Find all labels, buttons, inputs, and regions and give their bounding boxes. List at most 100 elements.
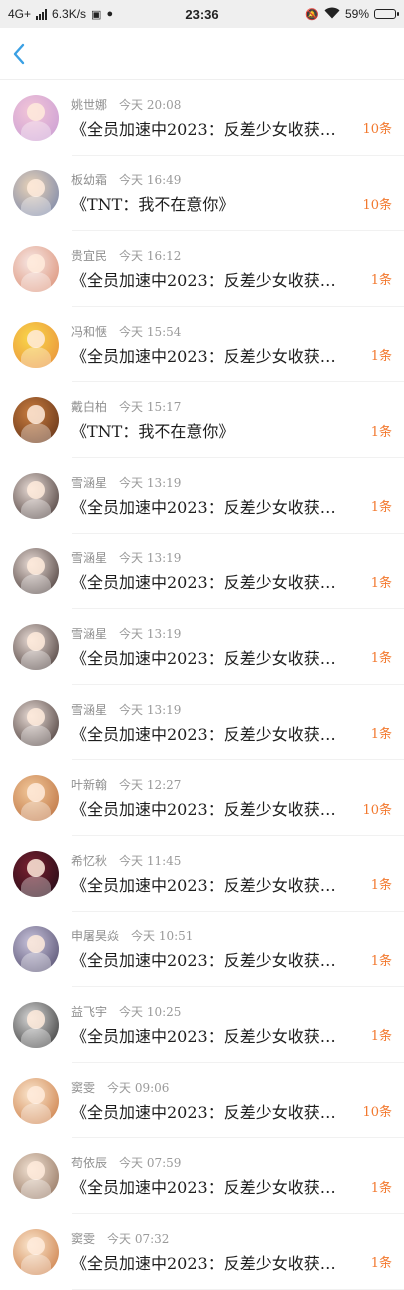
item-title: 《全员加速中2023：反差少女收获…: [71, 270, 336, 290]
avatar[interactable]: [13, 926, 59, 973]
battery-icon: [374, 9, 399, 19]
user-name: 申屠昊焱: [71, 929, 120, 944]
list-item[interactable]: 雪涵星 今天 13:19 《全员加速中2023：反差少女收获… 1条: [0, 534, 404, 610]
avatar[interactable]: [13, 94, 59, 141]
list-item[interactable]: 益飞宇 今天 10:25 《全员加速中2023：反差少女收获… 1条: [0, 987, 404, 1063]
item-meta: 益飞宇 今天 10:25: [71, 1003, 392, 1021]
count-badge: 1条: [370, 953, 392, 969]
item-content: 姚世娜 今天 20:08 《全员加速中2023：反差少女收获… 10条: [71, 96, 404, 140]
back-arrow-icon[interactable]: [12, 42, 32, 66]
timestamp: 今天 10:25: [119, 1004, 182, 1019]
list-item[interactable]: 姚世娜 今天 20:08 《全员加速中2023：反差少女收获… 10条: [0, 80, 404, 156]
item-content: 窦雯 今天 09:06 《全员加速中2023：反差少女收获… 10条: [71, 1079, 404, 1123]
item-meta: 希忆秋 今天 11:45: [71, 852, 392, 870]
avatar[interactable]: [13, 775, 59, 822]
wifi-icon: [324, 7, 340, 22]
avatar[interactable]: [13, 699, 59, 746]
user-name: 板幼霜: [71, 173, 108, 188]
user-name: 希忆秋: [71, 853, 108, 868]
timestamp: 今天 13:19: [119, 551, 182, 566]
item-content: 益飞宇 今天 10:25 《全员加速中2023：反差少女收获… 1条: [71, 1003, 404, 1047]
item-line: 《全员加速中2023：反差少女收获… 1条: [71, 645, 392, 669]
item-title: 《全员加速中2023：反差少女收获…: [71, 573, 336, 593]
list-item[interactable]: 板幼霜 今天 16:49 《TNT：我不在意你》 10条: [0, 156, 404, 232]
count-badge: 1条: [370, 575, 392, 591]
avatar[interactable]: [13, 472, 59, 519]
avatar[interactable]: [13, 850, 59, 897]
notification-icon: ●: [106, 8, 114, 20]
count-badge: 1条: [370, 1256, 392, 1272]
item-line: 《全员加速中2023：反差少女收获… 1条: [71, 494, 392, 518]
item-title: 《全员加速中2023：反差少女收获…: [71, 951, 336, 971]
item-content: 贵宜民 今天 16:12 《全员加速中2023：反差少女收获… 1条: [71, 247, 404, 291]
item-meta: 叶新翰 今天 12:27: [71, 776, 392, 794]
list-item[interactable]: 苟依辰 今天 07:59 《全员加速中2023：反差少女收获… 1条: [0, 1138, 404, 1214]
item-content: 戴白柏 今天 15:17 《TNT：我不在意你》 1条: [71, 398, 404, 442]
timestamp: 今天 07:32: [107, 1231, 170, 1246]
avatar[interactable]: [13, 245, 59, 292]
list-item[interactable]: 申屠昊焱 今天 10:51 《全员加速中2023：反差少女收获… 1条: [0, 912, 404, 988]
item-line: 《全员加速中2023：反差少女收获… 1条: [71, 1023, 392, 1047]
signal-icon: [36, 8, 48, 20]
item-line: 《全员加速中2023：反差少女收获… 10条: [71, 116, 392, 140]
item-line: 《TNT：我不在意你》 10条: [71, 191, 392, 215]
list-item[interactable]: 希忆秋 今天 11:45 《全员加速中2023：反差少女收获… 1条: [0, 836, 404, 912]
item-meta: 窦雯 今天 09:06: [71, 1079, 392, 1097]
timestamp: 今天 12:27: [119, 778, 182, 793]
list-item[interactable]: 雪涵星 今天 13:19 《全员加速中2023：反差少女收获… 1条: [0, 609, 404, 685]
avatar[interactable]: [13, 1077, 59, 1124]
avatar[interactable]: [13, 321, 59, 368]
avatar[interactable]: [13, 548, 59, 595]
item-title: 《TNT：我不在意你》: [71, 422, 235, 442]
count-badge: 1条: [370, 349, 392, 365]
list-item[interactable]: 戴白柏 今天 15:17 《TNT：我不在意你》 1条: [0, 382, 404, 458]
item-title: 《全员加速中2023：反差少女收获…: [71, 1026, 336, 1046]
item-meta: 贵宜民 今天 16:12: [71, 247, 392, 265]
count-badge: 1条: [370, 500, 392, 516]
list-item[interactable]: 叶新翰 今天 12:27 《全员加速中2023：反差少女收获… 10条: [0, 760, 404, 836]
item-content: 雪涵星 今天 13:19 《全员加速中2023：反差少女收获… 1条: [71, 549, 404, 593]
battery-level: 59%: [344, 7, 369, 21]
user-name: 窦雯: [71, 1080, 96, 1095]
item-content: 叶新翰 今天 12:27 《全员加速中2023：反差少女收获… 10条: [71, 776, 404, 820]
count-badge: 10条: [362, 802, 392, 818]
item-meta: 雪涵星 今天 13:19: [71, 701, 392, 719]
item-meta: 雪涵星 今天 13:19: [71, 625, 392, 643]
timestamp: 今天 11:45: [119, 853, 182, 868]
item-line: 《全员加速中2023：反差少女收获… 1条: [71, 1174, 392, 1198]
avatar[interactable]: [13, 1001, 59, 1048]
count-badge: 10条: [362, 197, 392, 213]
item-title: 《全员加速中2023：反差少女收获…: [71, 1253, 336, 1273]
list-item[interactable]: 窦雯 今天 07:32 《全员加速中2023：反差少女收获… 1条: [0, 1214, 404, 1290]
avatar[interactable]: [13, 623, 59, 670]
list-item[interactable]: 窦雯 今天 09:06 《全员加速中2023：反差少女收获… 10条: [0, 1063, 404, 1139]
item-content: 窦雯 今天 07:32 《全员加速中2023：反差少女收获… 1条: [71, 1230, 404, 1274]
item-content: 冯和惬 今天 15:54 《全员加速中2023：反差少女收获… 1条: [71, 323, 404, 367]
list-item[interactable]: 贵宜民 今天 16:12 《全员加速中2023：反差少女收获… 1条: [0, 231, 404, 307]
item-line: 《TNT：我不在意你》 1条: [71, 418, 392, 442]
item-line: 《全员加速中2023：反差少女收获… 1条: [71, 569, 392, 593]
item-meta: 雪涵星 今天 13:19: [71, 549, 392, 567]
user-name: 雪涵星: [71, 551, 108, 566]
avatar[interactable]: [13, 397, 59, 444]
item-line: 《全员加速中2023：反差少女收获… 1条: [71, 343, 392, 367]
list-item[interactable]: 雪涵星 今天 13:19 《全员加速中2023：反差少女收获… 1条: [0, 458, 404, 534]
item-meta: 雪涵星 今天 13:19: [71, 474, 392, 492]
user-name: 雪涵星: [71, 626, 108, 641]
list-item[interactable]: 冯和惬 今天 15:54 《全员加速中2023：反差少女收获… 1条: [0, 307, 404, 383]
user-name: 苟依辰: [71, 1156, 108, 1171]
avatar[interactable]: [13, 170, 59, 217]
user-name: 叶新翰: [71, 778, 108, 793]
item-line: 《全员加速中2023：反差少女收获… 1条: [71, 947, 392, 971]
top-bar: [0, 28, 404, 80]
mute-icon: 🔕: [305, 8, 319, 21]
list-item[interactable]: 雪涵星 今天 13:19 《全员加速中2023：反差少女收获… 1条: [0, 685, 404, 761]
item-line: 《全员加速中2023：反差少女收获… 1条: [71, 267, 392, 291]
item-content: 申屠昊焱 今天 10:51 《全员加速中2023：反差少女收获… 1条: [71, 927, 404, 971]
avatar[interactable]: [13, 1228, 59, 1275]
item-meta: 板幼霜 今天 16:49: [71, 171, 392, 189]
item-content: 希忆秋 今天 11:45 《全员加速中2023：反差少女收获… 1条: [71, 852, 404, 896]
item-title: 《全员加速中2023：反差少女收获…: [71, 648, 336, 668]
avatar[interactable]: [13, 1153, 59, 1200]
count-badge: 10条: [362, 122, 392, 138]
